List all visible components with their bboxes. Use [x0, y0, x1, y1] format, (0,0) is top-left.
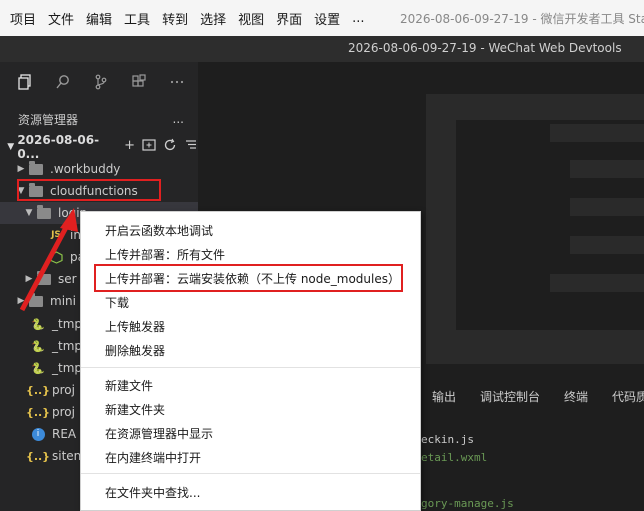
menu-item-local-debug[interactable]: 开启云函数本地调试 — [105, 222, 213, 239]
files-icon[interactable] — [6, 62, 44, 102]
collapse-all-icon[interactable] — [184, 138, 198, 156]
explorer-actions: + — [124, 138, 198, 156]
chevron-right-icon: ▶ — [17, 164, 25, 174]
json-icon: {..} — [25, 405, 51, 419]
chevron-down-icon: ▼ — [17, 186, 25, 196]
menu-item-download[interactable]: 下载 — [105, 294, 129, 311]
menu-item-upload-trigger[interactable]: 上传触发器 — [105, 318, 165, 335]
menu-item-find-in-folder[interactable]: 在文件夹中查找... — [105, 484, 200, 501]
more-icon[interactable] — [158, 62, 196, 102]
menu-item-delete-trigger[interactable]: 删除触发器 — [105, 342, 165, 359]
menu-select[interactable]: 选择 — [200, 9, 226, 28]
menu-bar: 项目 文件 编辑 工具 转到 选择 视图 界面 设置 ... 2026-08-0… — [0, 0, 644, 36]
source-control-icon[interactable] — [82, 62, 120, 102]
tree-item-label: REA — [52, 427, 77, 441]
tab-output[interactable]: 输出 — [432, 388, 456, 406]
menu-item-upload-all[interactable]: 上传并部署：所有文件 — [105, 246, 225, 263]
project-root[interactable]: ▼ 2026-08-06-0... + — [0, 133, 198, 161]
tree-item-label: proj — [52, 383, 75, 397]
new-file-icon[interactable]: + — [124, 138, 135, 156]
menu-item-new-folder[interactable]: 新建文件夹 — [105, 401, 165, 418]
menu-separator — [81, 473, 420, 474]
folder-icon — [28, 160, 44, 177]
tree-item-workbuddy[interactable]: ▶ .workbuddy — [0, 158, 198, 180]
window-title: 2026-08-06-09-27-19 - WeChat Web Devtool… — [348, 41, 622, 55]
title-bar: 2026-08-06-09-27-19 - WeChat Web Devtool… — [0, 36, 644, 62]
watermark-bar-5 — [550, 274, 644, 292]
terminal-line: gory-manage.js — [421, 497, 514, 510]
watermark-bar-2 — [570, 160, 644, 178]
panel-tabs: 输出 调试控制台 终端 代码质量 — [420, 388, 644, 406]
menu-project[interactable]: 项目 — [10, 9, 36, 28]
folder-open-icon — [28, 182, 44, 199]
watermark-bar-1 — [550, 124, 644, 142]
tree-item-label: siten — [52, 449, 82, 463]
menu-view[interactable]: 视图 — [238, 9, 264, 28]
info-icon: i — [30, 426, 46, 442]
menu-edit[interactable]: 编辑 — [86, 9, 112, 28]
watermark-inner — [456, 120, 644, 330]
menu-separator — [81, 367, 420, 368]
tree-item-label: proj — [52, 405, 75, 419]
tab-debug-console[interactable]: 调试控制台 — [480, 388, 540, 406]
app-title: 2026-08-06-09-27-19 - 微信开发者工具 Sta — [400, 12, 644, 26]
tree-item-cloudfunctions[interactable]: ▼ cloudfunctions — [0, 180, 198, 202]
json-icon: {..} — [25, 449, 51, 463]
project-name: 2026-08-06-0... — [17, 133, 100, 161]
menu-goto[interactable]: 转到 — [162, 9, 188, 28]
watermark-bar-4 — [570, 236, 644, 254]
menu-more[interactable]: ... — [352, 11, 364, 26]
terminal-line: eckin.js — [421, 433, 474, 446]
tree-item-label: _tmp — [52, 361, 83, 375]
extensions-icon[interactable] — [120, 62, 158, 102]
menu-file[interactable]: 文件 — [48, 9, 74, 28]
menu-tools[interactable]: 工具 — [124, 9, 150, 28]
tree-item-label: .workbuddy — [50, 162, 121, 176]
new-folder-icon[interactable] — [142, 138, 156, 156]
python-icon: 🐍 — [31, 361, 45, 375]
activity-bar — [0, 62, 198, 102]
tree-item-label: cloudfunctions — [50, 184, 138, 198]
terminal-line: etail.wxml — [421, 451, 488, 464]
menu-item-reveal-in-explorer[interactable]: 在资源管理器中显示 — [105, 425, 213, 442]
tree-item-label: _tmp — [52, 339, 83, 353]
explorer-header: 资源管理器 ... — [0, 102, 198, 136]
explorer-more-button[interactable]: ... — [173, 112, 184, 126]
tab-terminal[interactable]: 终端 — [564, 388, 588, 406]
menu-item-new-file[interactable]: 新建文件 — [105, 377, 153, 394]
explorer-title: 资源管理器 — [18, 112, 79, 127]
python-icon: 🐍 — [31, 339, 45, 353]
watermark-bar-3 — [570, 198, 644, 216]
tab-code-quality[interactable]: 代码质量 — [612, 388, 644, 406]
menu-interface[interactable]: 界面 — [276, 9, 302, 28]
menu-settings[interactable]: 设置 — [314, 9, 340, 28]
chevron-down-icon: ▼ — [7, 142, 15, 152]
context-menu: 开启云函数本地调试 上传并部署：所有文件 上传并部署：云端安装依赖（不上传 no… — [80, 211, 421, 511]
search-icon[interactable] — [44, 62, 82, 102]
arrow-icon — [19, 208, 78, 312]
menu-item-upload-cloud-install[interactable]: 上传并部署：云端安装依赖（不上传 node_modules） — [105, 270, 400, 287]
menu-item-open-in-terminal[interactable]: 在内建终端中打开 — [105, 449, 201, 466]
refresh-icon[interactable] — [163, 138, 177, 156]
json-icon: {..} — [25, 383, 51, 397]
